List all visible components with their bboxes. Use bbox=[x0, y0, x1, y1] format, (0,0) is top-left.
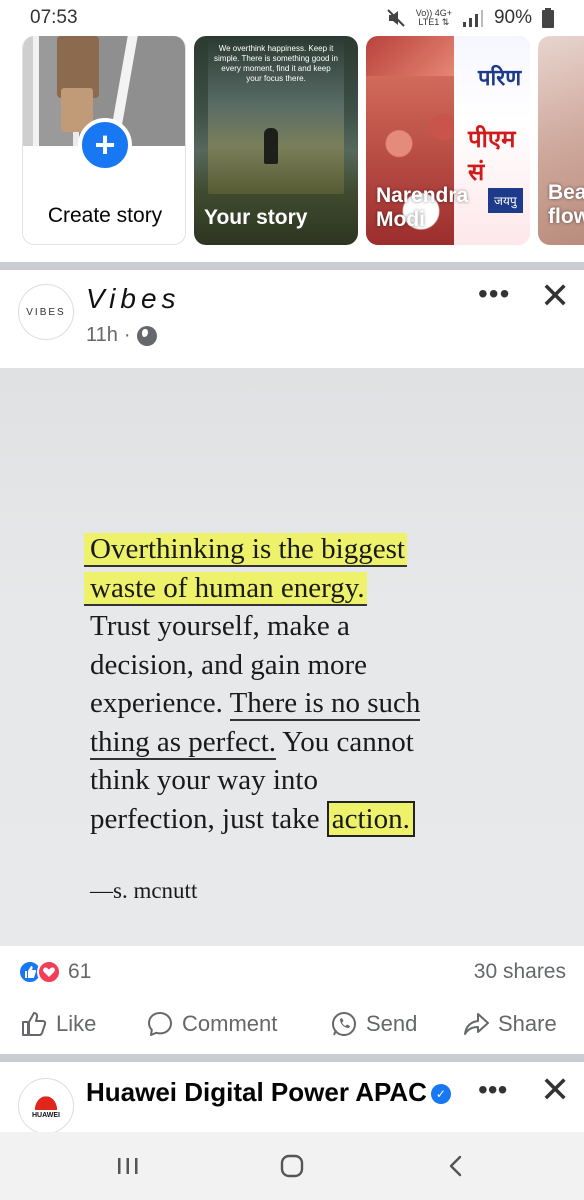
signal-icon bbox=[462, 10, 483, 27]
close-icon[interactable]: ✕ bbox=[540, 278, 570, 314]
home-button[interactable] bbox=[272, 1150, 312, 1182]
story-quote-text: We overthink happiness. Keep it simple. … bbox=[214, 44, 338, 83]
next-close-icon[interactable]: ✕ bbox=[540, 1072, 570, 1108]
more-options-icon[interactable]: ••• bbox=[478, 280, 510, 308]
quote-line-3: Trust yourself, make a bbox=[90, 610, 350, 642]
beauty-story-label: Bea flow bbox=[548, 181, 584, 228]
recent-apps-button[interactable] bbox=[108, 1150, 148, 1182]
next-post-header: HUAWEI Huawei Digital Power APAC ✓ ••• ✕ bbox=[0, 1062, 584, 1132]
comment-icon bbox=[148, 1012, 172, 1036]
quote-line-5: experience. There is no such bbox=[90, 687, 421, 721]
comment-label: Comment bbox=[182, 1011, 278, 1036]
quote-text: Overthinking is the biggest waste of hum… bbox=[84, 530, 510, 839]
post-image[interactable]: Overthinking is the biggest waste of hum… bbox=[0, 368, 584, 946]
banner-text-1: परिण bbox=[478, 65, 522, 90]
send-label: Send bbox=[366, 1011, 418, 1036]
quote-line-8: perfection, just take action. bbox=[90, 800, 510, 839]
whatsapp-icon bbox=[332, 1012, 356, 1036]
huawei-avatar[interactable]: HUAWEI bbox=[18, 1078, 74, 1132]
post-page-name[interactable]: Vibes bbox=[86, 283, 181, 315]
banner-text-2: पीएम सं bbox=[468, 126, 516, 186]
public-globe-icon bbox=[136, 325, 157, 346]
back-button[interactable] bbox=[436, 1150, 476, 1182]
create-story-label: Create story bbox=[47, 204, 163, 227]
add-story-plus-icon[interactable]: + bbox=[78, 118, 132, 172]
narendra-modi-story-card[interactable]: परिण पीएम सं जयपु Narendra Modi bbox=[366, 36, 530, 245]
story-figure bbox=[264, 128, 278, 164]
reaction-count[interactable]: 61 bbox=[68, 960, 91, 984]
huawei-logo-icon bbox=[33, 1093, 59, 1110]
post-actions: Like Comment Send Share bbox=[0, 998, 584, 1054]
like-label: Like bbox=[56, 1011, 97, 1036]
quote-line-6: thing as perfect. You cannot bbox=[90, 725, 414, 760]
reaction-icons[interactable] bbox=[18, 960, 61, 984]
feed-divider-2 bbox=[0, 1054, 584, 1062]
recent-apps-icon bbox=[118, 1158, 138, 1174]
love-reaction-icon bbox=[37, 960, 61, 984]
huawei-logo-text: HUAWEI bbox=[32, 1111, 60, 1119]
your-story-card[interactable]: We overthink happiness. Keep it simple. … bbox=[194, 36, 358, 245]
beauty-flow-story-card[interactable]: Bea flow bbox=[538, 36, 584, 245]
comment-button[interactable]: Comment bbox=[146, 1010, 277, 1038]
post-meta: 11h · bbox=[86, 324, 157, 347]
share-button[interactable]: Share bbox=[462, 1010, 557, 1038]
battery-percent: 90% bbox=[493, 7, 532, 28]
status-time: 07:53 bbox=[30, 7, 78, 28]
back-icon bbox=[449, 1155, 462, 1177]
network-indicator: Vo)) 4G+ LTE1 ⇅ bbox=[415, 8, 452, 27]
vibes-avatar[interactable]: VIBES bbox=[18, 284, 74, 340]
quote-line-4: decision, and gain more bbox=[90, 648, 368, 681]
battery-icon bbox=[542, 8, 554, 28]
post-time[interactable]: 11h bbox=[86, 324, 118, 347]
send-button[interactable]: Send bbox=[330, 1010, 417, 1038]
share-arrow-icon bbox=[464, 1013, 489, 1035]
create-story-card[interactable]: + Create story bbox=[22, 36, 186, 245]
quote-line-7: think your way into bbox=[90, 764, 318, 796]
next-post-page-name[interactable]: Huawei Digital Power APAC ✓ bbox=[86, 1076, 466, 1108]
share-label: Share bbox=[498, 1011, 557, 1036]
thumbs-up-icon bbox=[22, 1012, 47, 1036]
quote-author: —s. mcnutt bbox=[90, 878, 198, 903]
home-icon bbox=[280, 1154, 304, 1178]
mute-icon bbox=[386, 9, 405, 27]
verified-badge-icon: ✓ bbox=[430, 1084, 451, 1105]
feed-divider bbox=[0, 262, 584, 270]
like-button[interactable]: Like bbox=[20, 1010, 96, 1038]
reactions-bar[interactable]: 61 30 shares bbox=[0, 946, 584, 998]
status-icons: Vo)) 4G+ LTE1 ⇅ 90% bbox=[386, 7, 554, 29]
narendra-modi-story-label: Narendra Modi bbox=[376, 184, 469, 231]
quote-line-2: waste of human energy. bbox=[84, 569, 510, 608]
banner-tag: जयपु bbox=[488, 188, 523, 213]
quote-line-1: Overthinking is the biggest bbox=[84, 530, 510, 569]
next-more-options-icon[interactable]: ••• bbox=[478, 1076, 507, 1104]
status-bar: 07:53 Vo)) 4G+ LTE1 ⇅ 90% bbox=[0, 0, 584, 36]
post-header: VIBES Vibes 11h · ••• ✕ bbox=[0, 270, 584, 368]
your-story-label: Your story bbox=[204, 206, 308, 229]
stories-tray[interactable]: + Create story We overthink happiness. K… bbox=[0, 36, 584, 262]
share-count[interactable]: 30 shares bbox=[474, 960, 566, 984]
meta-separator: · bbox=[123, 324, 131, 346]
android-nav-bar bbox=[0, 1132, 584, 1200]
